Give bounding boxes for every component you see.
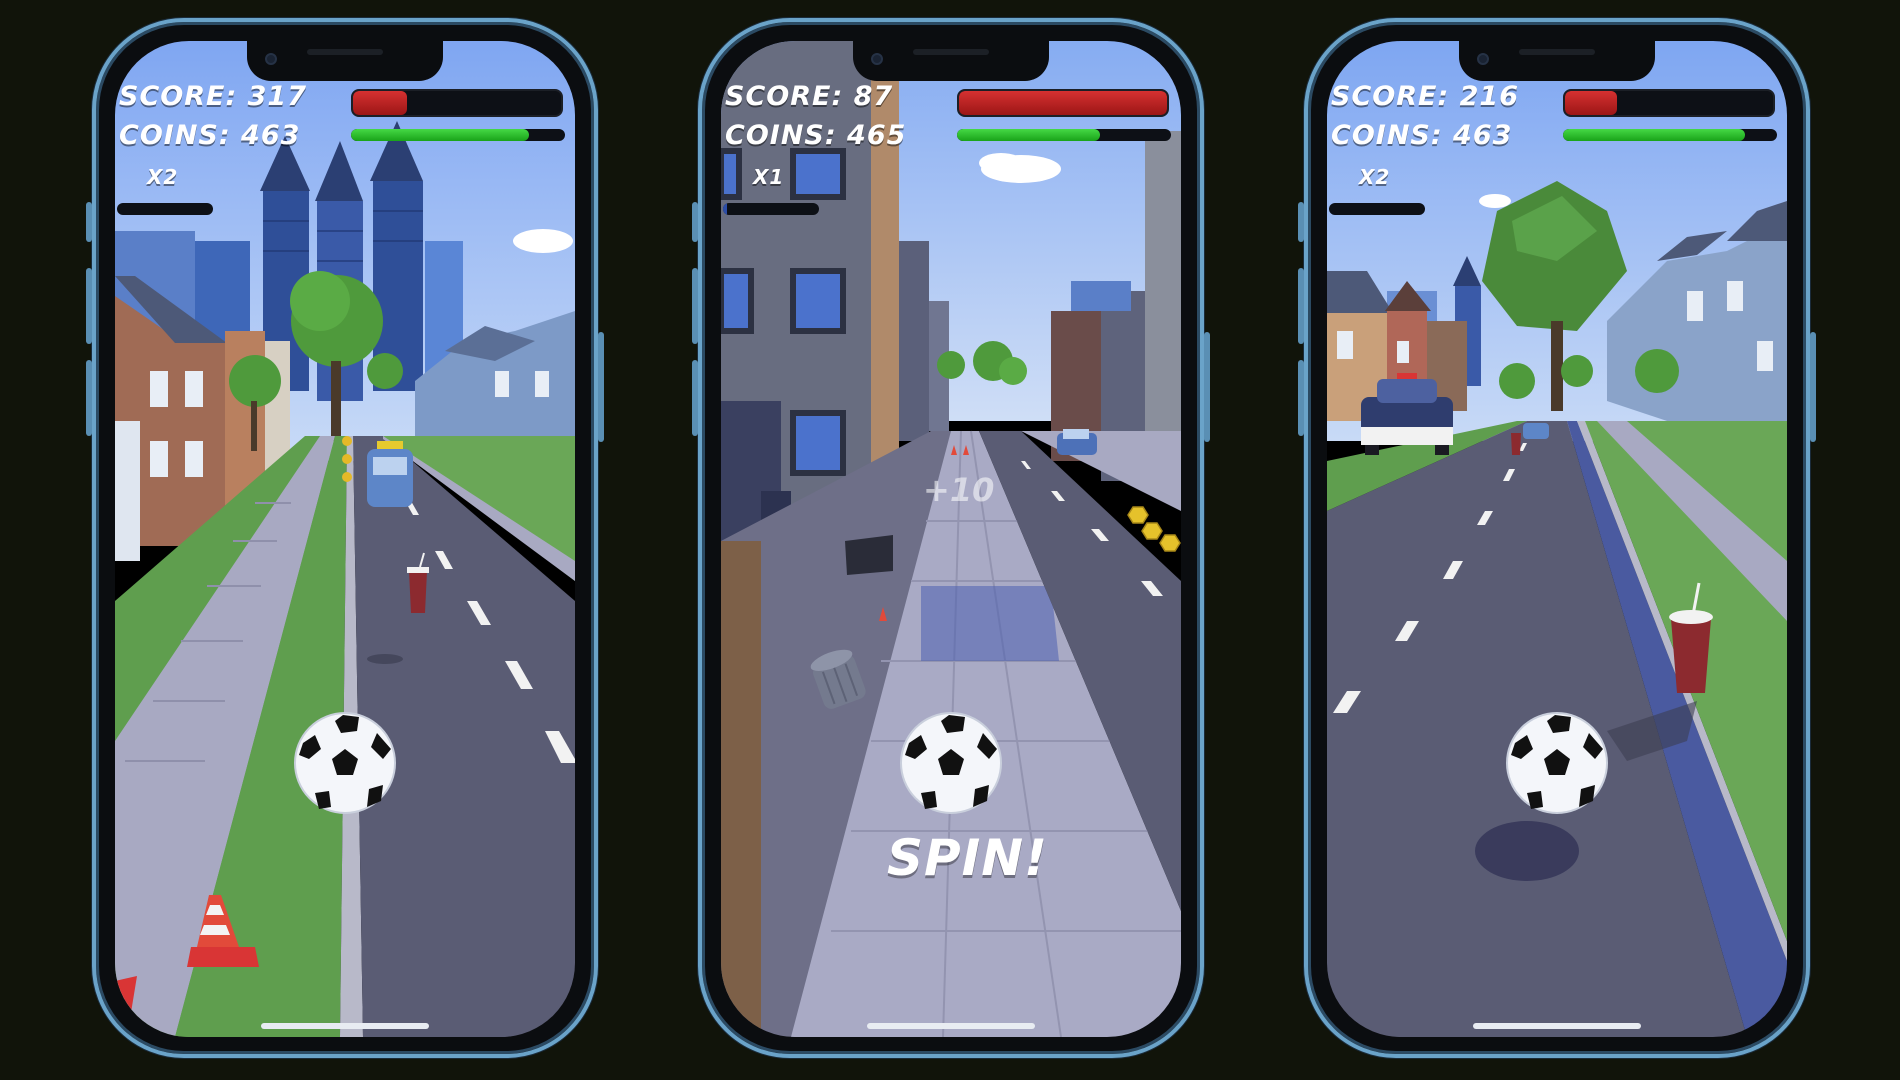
home-indicator[interactable] (261, 1023, 429, 1029)
residential-street-scene (1327, 41, 1787, 1037)
game-screen-3[interactable]: SCORE: 216 COINS: 463 X2 (1327, 41, 1787, 1037)
phone-notch (247, 41, 443, 81)
multiplier-progress-bar (1329, 203, 1425, 215)
soccer-ball-icon (1506, 712, 1608, 814)
health-bar (1563, 89, 1775, 117)
suburban-road-scene (115, 41, 575, 1037)
multiplier-label: X1 (753, 165, 785, 189)
phone-mockup-3: SCORE: 216 COINS: 463 X2 (1298, 18, 1816, 1058)
city-sidewalk-scene (721, 41, 1181, 1037)
stamina-bar (351, 129, 565, 141)
score-label: SCORE: 216 (1331, 81, 1520, 112)
multiplier-progress-bar (723, 203, 819, 215)
phone-notch (853, 41, 1049, 81)
coins-label: COINS: 463 (1331, 120, 1513, 151)
health-bar (957, 89, 1169, 117)
game-screen-1[interactable]: SCORE: 317 COINS: 463 X2 (115, 41, 575, 1037)
home-indicator[interactable] (1473, 1023, 1641, 1029)
multiplier-label: X2 (1359, 165, 1391, 189)
multiplier-label: X2 (147, 165, 179, 189)
soccer-ball-icon (294, 712, 396, 814)
soccer-ball-icon (900, 712, 1002, 814)
coins-label: COINS: 463 (119, 120, 301, 151)
score-label: SCORE: 87 (725, 81, 894, 112)
game-screen-2[interactable]: SCORE: 87 COINS: 465 X1 +10 SPIN! (721, 41, 1181, 1037)
phone-notch (1459, 41, 1655, 81)
stamina-bar (957, 129, 1171, 141)
home-indicator[interactable] (867, 1023, 1035, 1029)
coins-label: COINS: 465 (725, 120, 907, 151)
multiplier-progress-bar (117, 203, 213, 215)
health-bar (351, 89, 563, 117)
phone-mockup-1: SCORE: 317 COINS: 463 X2 (86, 18, 604, 1058)
score-label: SCORE: 317 (119, 81, 308, 112)
spin-popup: SPIN! (887, 829, 1048, 887)
stamina-bar (1563, 129, 1777, 141)
phone-mockup-2: SCORE: 87 COINS: 465 X1 +10 SPIN! (692, 18, 1210, 1058)
points-popup: +10 (923, 471, 995, 509)
